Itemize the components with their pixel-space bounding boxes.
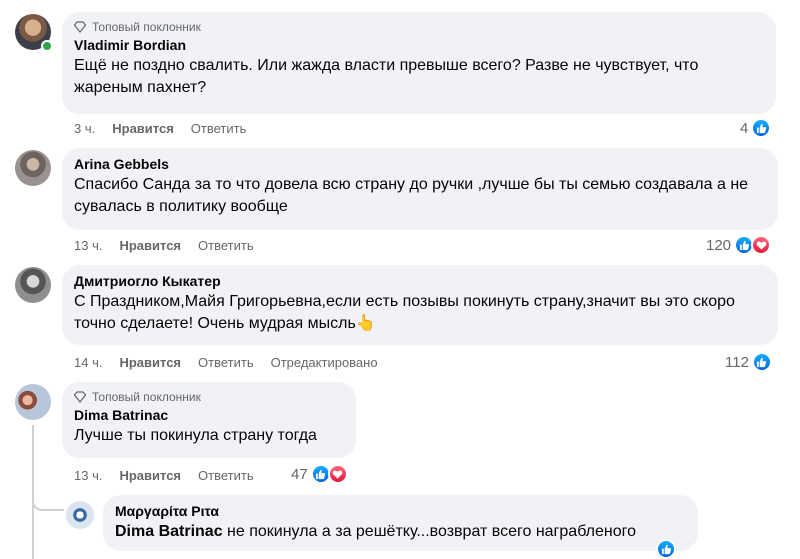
love-icon: [751, 235, 772, 255]
comment-author[interactable]: Arina Gebbels: [74, 156, 766, 172]
avatar[interactable]: [66, 501, 94, 529]
like-icon: [751, 352, 772, 372]
edited-label[interactable]: Отредактировано: [271, 355, 378, 370]
reaction-count: 47: [291, 465, 308, 483]
like-button[interactable]: Нравится: [119, 468, 181, 483]
comment-text: Ещё не поздно свалить. Или жажда власти …: [74, 57, 699, 96]
like-icon: [751, 118, 772, 138]
reply-button[interactable]: Ответить: [191, 121, 247, 136]
comment-actions: 14 ч. Нравится Ответить Отредактировано: [74, 355, 378, 370]
reaction-summary[interactable]: 120: [706, 235, 772, 255]
avatar[interactable]: [15, 267, 51, 303]
diamond-icon: [74, 21, 86, 33]
reaction-summary[interactable]: 112: [725, 352, 772, 372]
reply-button[interactable]: Ответить: [198, 355, 254, 370]
comment-bubble: Дмитриогло Кыкатер С Праздником,Майя Гри…: [62, 265, 778, 345]
reply-button[interactable]: Ответить: [198, 468, 254, 483]
comment-bubble: Топовый поклонник Dima Batrinac Лучше ты…: [62, 382, 356, 458]
reaction-summary[interactable]: 47: [291, 464, 348, 484]
top-fan-badge: Топовый поклонник: [74, 390, 344, 404]
diamond-icon: [74, 391, 86, 403]
like-button[interactable]: Нравится: [119, 355, 181, 370]
comment-timestamp[interactable]: 13 ч.: [74, 468, 102, 483]
badge-label: Топовый поклонник: [92, 390, 201, 404]
comment-actions: 13 ч. Нравится Ответить: [74, 468, 254, 483]
comment-bubble: Μαργαρίτα Ριτα Dima Batrinac не покинула…: [103, 495, 698, 551]
comment-timestamp[interactable]: 14 ч.: [74, 355, 102, 370]
like-icon: [656, 539, 676, 559]
reply-connector: [32, 497, 64, 511]
thread-line: [32, 425, 34, 559]
comment-text: Спасибо Санда за то что довела всю стран…: [74, 176, 749, 215]
top-fan-badge: Топовый поклонник: [74, 20, 764, 34]
reaction-count: 120: [706, 236, 732, 254]
comment-text-body: не покинула а за решётку...возврат всего…: [222, 523, 636, 540]
avatar[interactable]: [15, 150, 51, 186]
comment-author[interactable]: Dima Batrinac: [74, 407, 344, 423]
like-button[interactable]: Нравится: [112, 121, 174, 136]
comment-author[interactable]: Μαργαρίτα Ριτα: [115, 503, 686, 519]
comment-timestamp[interactable]: 13 ч.: [74, 238, 102, 253]
mention-link[interactable]: Dima Batrinac: [115, 523, 223, 540]
comment-text: Dima Batrinac не покинула а за решётку..…: [115, 521, 686, 543]
comment-timestamp[interactable]: 3 ч.: [74, 121, 95, 136]
reaction-count: 4: [740, 119, 749, 137]
reaction-summary[interactable]: [656, 539, 676, 559]
reaction-summary[interactable]: 4: [740, 118, 772, 138]
comment-bubble: Arina Gebbels Спасибо Санда за то что до…: [62, 148, 778, 230]
avatar[interactable]: [15, 384, 51, 420]
comment-text: Лучше ты покинула страну тогда: [74, 427, 317, 444]
like-button[interactable]: Нравится: [119, 238, 181, 253]
comment-actions: 13 ч. Нравится Ответить: [74, 238, 254, 253]
reaction-count: 112: [725, 353, 749, 371]
badge-label: Топовый поклонник: [92, 20, 201, 34]
online-status-dot: [41, 40, 53, 52]
comment-text: С Праздником,Майя Григорьевна,если есть …: [74, 293, 735, 332]
reply-button[interactable]: Ответить: [198, 238, 254, 253]
comment-author[interactable]: Дмитриогло Кыкатер: [74, 273, 766, 289]
comment-author[interactable]: Vladimir Bordian: [74, 37, 764, 53]
love-icon: [327, 464, 348, 484]
comment-bubble: Топовый поклонник Vladimir Bordian Ещё н…: [62, 12, 776, 114]
comment-actions: 3 ч. Нравится Ответить: [74, 121, 246, 136]
